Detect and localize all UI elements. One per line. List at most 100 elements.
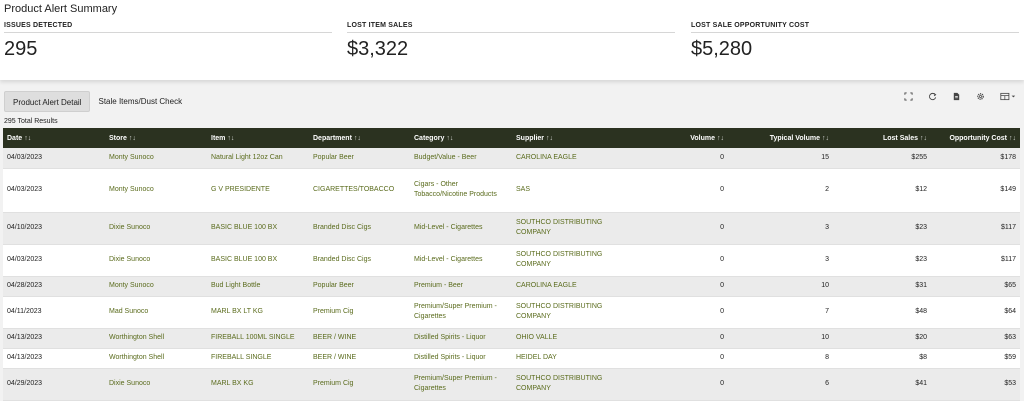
column-header-date[interactable]: Date ↑↓ [3, 128, 105, 148]
total-results-label: 295 Total Results [4, 118, 58, 125]
cell-item[interactable]: BASIC BLUE 100 BX [207, 212, 309, 245]
cell-supplier[interactable]: SOUTHCO DISTRIBUTING COMPANY [512, 244, 616, 277]
metric-value: $5,280 [691, 38, 753, 60]
cell-item[interactable]: MARL BX KG [207, 368, 309, 401]
cell-date: 04/13/2023 [3, 328, 105, 349]
cell-opportunity-cost: $53 [931, 368, 1020, 401]
cell-store[interactable]: Monty Sunoco [105, 168, 207, 213]
cell-supplier[interactable]: CAROLINA EAGLE [512, 148, 616, 169]
cell-category[interactable]: Cigars - Other Tobacco/Nicotine Products [410, 168, 512, 213]
metric-value: 295 [4, 38, 38, 60]
table-row[interactable]: 04/10/2023 Dixie Sunoco BASIC BLUE 100 BX B… [3, 212, 1020, 245]
metric-label: LOST ITEM SALES [347, 22, 413, 29]
cell-department[interactable]: CIGARETTES/TOBACCO [309, 168, 410, 213]
cell-volume: 0 [616, 212, 728, 245]
cell-department[interactable]: Branded Disc Cigs [309, 244, 410, 277]
cell-item[interactable]: G V PRESIDENTE [207, 168, 309, 213]
cell-department[interactable]: Popular Beer [309, 148, 410, 169]
metric-label: LOST SALE OPPORTUNITY COST [691, 22, 810, 29]
cell-store[interactable]: Mad Sunoco [105, 296, 207, 329]
column-header-department[interactable]: Department ↑↓ [309, 128, 410, 148]
column-header-lost-sales[interactable]: Lost Sales ↑↓ [833, 128, 931, 148]
sort-icon[interactable]: ↑↓ [822, 135, 829, 142]
cell-store[interactable]: Worthington Shell [105, 328, 207, 349]
cell-supplier[interactable]: CAROLINA EAGLE [512, 276, 616, 297]
table-row[interactable]: 04/29/2023 Dixie Sunoco MARL BX KG Premium … [3, 368, 1020, 401]
cell-item[interactable]: Bud Light Bottle [207, 276, 309, 297]
tab-product-alert-detail[interactable]: Product Alert Detail [4, 91, 91, 112]
table-row[interactable]: 04/03/2023 Monty Sunoco Natural Light 12oz… [3, 148, 1020, 169]
sort-icon[interactable]: ↑↓ [920, 135, 927, 142]
sort-icon[interactable]: ↑↓ [24, 135, 31, 142]
cell-typical-volume: 2 [728, 168, 833, 213]
cell-supplier[interactable]: OHIO VALLE [512, 328, 616, 349]
sort-icon[interactable]: ↑↓ [227, 135, 234, 142]
cell-supplier[interactable]: HEIDEL DAY [512, 348, 616, 369]
table-row[interactable]: 04/28/2023 Monty Sunoco Bud Light Bottle Po… [3, 276, 1020, 297]
column-header-supplier[interactable]: Supplier ↑↓ [512, 128, 616, 148]
cell-department[interactable]: Premium Cig [309, 368, 410, 401]
cell-typical-volume: 3 [728, 244, 833, 277]
table-row[interactable]: 04/13/2023 Worthington Shell FIREBALL SING… [3, 348, 1020, 369]
document-icon[interactable] [950, 92, 962, 104]
table-row[interactable]: 04/03/2023 Dixie Sunoco BASIC BLUE 100 BX B… [3, 244, 1020, 277]
table-row[interactable]: 04/11/2023 Mad Sunoco MARL BX LT KG Premium… [3, 296, 1020, 329]
cell-item[interactable]: FIREBALL SINGLE [207, 348, 309, 369]
cell-supplier[interactable]: SOUTHCO DISTRIBUTING COMPANY [512, 368, 616, 401]
tab-stale-items-dust-check[interactable]: Stale Items/Dust Check [90, 91, 190, 112]
table-row[interactable]: 04/13/2023 Worthington Shell FIREBALL 100M… [3, 328, 1020, 349]
cell-lost-sales: $23 [833, 212, 931, 245]
metric-value: $3,322 [347, 38, 409, 60]
settings-icon[interactable] [974, 92, 986, 104]
cell-supplier[interactable]: SAS [512, 168, 616, 213]
cell-category[interactable]: Distilled Spirits - Liquor [410, 348, 512, 369]
cell-item[interactable]: MARL BX LT KG [207, 296, 309, 329]
sort-icon[interactable]: ↑↓ [546, 135, 553, 142]
column-header-category[interactable]: Category ↑↓ [410, 128, 512, 148]
cell-category[interactable]: Premium/Super Premium - Cigarettes [410, 368, 512, 401]
fullscreen-icon[interactable] [902, 92, 914, 104]
cell-category[interactable]: Budget/Value - Beer [410, 148, 512, 169]
cell-department[interactable]: BEER / WINE [309, 328, 410, 349]
cell-store[interactable]: Monty Sunoco [105, 148, 207, 169]
column-header-volume[interactable]: Volume ↑↓ [616, 128, 728, 148]
cell-item[interactable]: FIREBALL 100ML SINGLE [207, 328, 309, 349]
table-row[interactable]: 04/03/2023 Monty Sunoco G V PRESIDENTE CIGA… [3, 168, 1020, 213]
metric-lost-sale-opportunity-cost: LOST SALE OPPORTUNITY COST $5,280 [691, 22, 1019, 61]
columns-icon[interactable] [998, 92, 1018, 104]
cell-store[interactable]: Dixie Sunoco [105, 368, 207, 401]
cell-department[interactable]: Popular Beer [309, 276, 410, 297]
cell-lost-sales: $41 [833, 368, 931, 401]
cell-category[interactable]: Premium - Beer [410, 276, 512, 297]
cell-store[interactable]: Monty Sunoco [105, 276, 207, 297]
sort-icon[interactable]: ↑↓ [129, 135, 136, 142]
column-header-store[interactable]: Store ↑↓ [105, 128, 207, 148]
cell-category[interactable]: Mid-Level - Cigarettes [410, 244, 512, 277]
column-header-opportunity-cost[interactable]: Opportunity Cost ↑↓ [931, 128, 1020, 148]
cell-department[interactable]: BEER / WINE [309, 348, 410, 369]
sort-icon[interactable]: ↑↓ [446, 135, 453, 142]
cell-store[interactable]: Dixie Sunoco [105, 244, 207, 277]
cell-supplier[interactable]: SOUTHCO DISTRIBUTING COMPANY [512, 296, 616, 329]
column-header-item[interactable]: Item ↑↓ [207, 128, 309, 148]
cell-supplier[interactable]: SOUTHCO DISTRIBUTING COMPANY [512, 212, 616, 245]
cell-lost-sales: $23 [833, 244, 931, 277]
cell-typical-volume: 6 [728, 368, 833, 401]
view-tabs: Product Alert Detail Stale Items/Dust Ch… [4, 91, 190, 112]
cell-item[interactable]: BASIC BLUE 100 BX [207, 244, 309, 277]
column-header-typical-volume[interactable]: Typical Volume ↑↓ [728, 128, 833, 148]
refresh-icon[interactable] [926, 92, 938, 104]
cell-volume: 0 [616, 148, 728, 169]
sort-icon[interactable]: ↑↓ [717, 135, 724, 142]
sort-icon[interactable]: ↑↓ [354, 135, 361, 142]
cell-category[interactable]: Premium/Super Premium - Cigarettes [410, 296, 512, 329]
cell-store[interactable]: Worthington Shell [105, 348, 207, 369]
cell-category[interactable]: Distilled Spirits - Liquor [410, 328, 512, 349]
cell-department[interactable]: Branded Disc Cigs [309, 212, 410, 245]
cell-item[interactable]: Natural Light 12oz Can [207, 148, 309, 169]
cell-date: 04/10/2023 [3, 212, 105, 245]
cell-department[interactable]: Premium Cig [309, 296, 410, 329]
cell-category[interactable]: Mid-Level - Cigarettes [410, 212, 512, 245]
cell-store[interactable]: Dixie Sunoco [105, 212, 207, 245]
sort-icon-active[interactable]: ↑↓ [1009, 135, 1016, 142]
